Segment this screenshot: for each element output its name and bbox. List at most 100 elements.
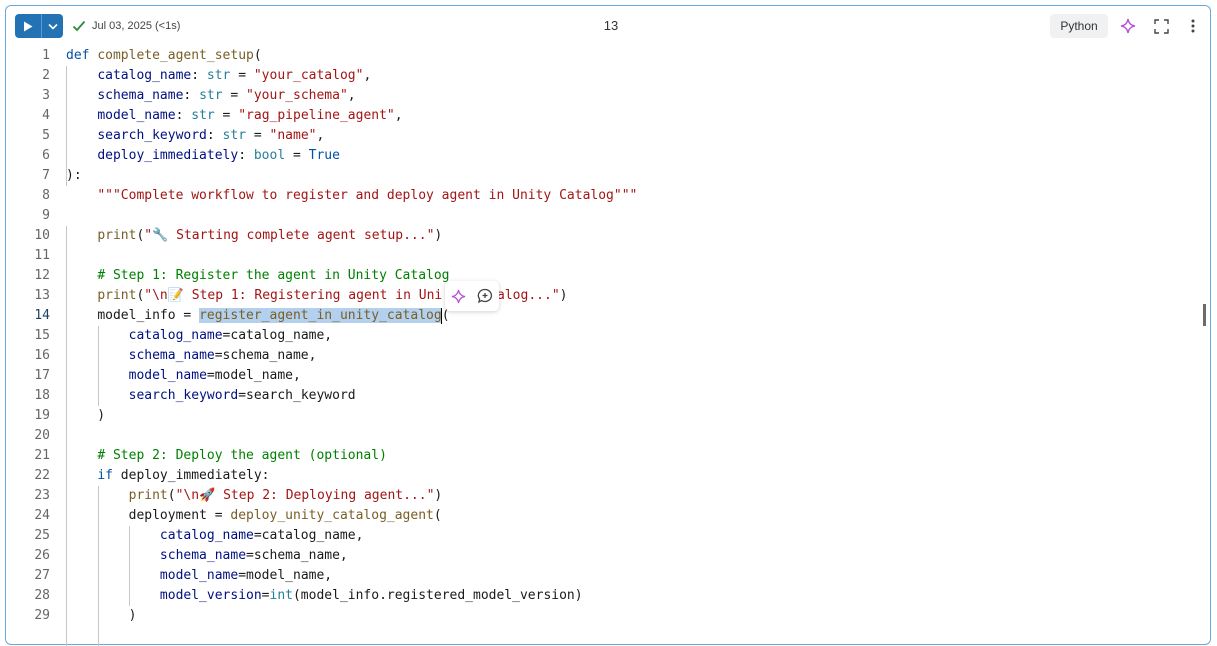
code-line[interactable]: 20 — [6, 426, 1210, 446]
code-line[interactable]: 23 print("\n🚀 Step 2: Deploying agent...… — [6, 486, 1210, 506]
assistant-button[interactable] — [1118, 16, 1138, 36]
code-token: print — [97, 288, 137, 303]
code-line[interactable]: 3 schema_name: str = "your_schema", — [6, 86, 1210, 106]
run-options-dropdown[interactable] — [42, 14, 63, 38]
code-token: (model_info.registered_model_version) — [292, 588, 583, 603]
code-line[interactable]: 26 schema_name=schema_name, — [6, 546, 1210, 566]
line-number: 5 — [42, 128, 50, 143]
code-line[interactable]: 15 catalog_name=catalog_name, — [6, 326, 1210, 346]
line-number: 22 — [34, 468, 50, 483]
code-line[interactable]: 14 model_info = register_agent_in_unity_… — [6, 306, 1210, 326]
code-line[interactable]: 2 catalog_name: str = "your_catalog", — [6, 66, 1210, 86]
execution-status: Jul 03, 2025 (<1s) — [72, 16, 180, 36]
run-cell-button[interactable] — [15, 14, 41, 38]
code-token: register_agent_in_unity_catalog — [199, 308, 442, 323]
code-line[interactable]: 11 — [6, 246, 1210, 266]
code-line[interactable]: 29 ) — [6, 606, 1210, 626]
code-line[interactable]: 22 if deploy_immediately: — [6, 466, 1210, 486]
code-token: model_name — [97, 108, 176, 123]
chevron-down-icon — [47, 23, 58, 30]
code-text: # Step 2: Deploy the agent (optional) — [66, 446, 387, 466]
code-token: =schema_name, — [246, 548, 348, 563]
language-selector[interactable]: Python — [1050, 14, 1108, 38]
code-token: "\n📝 Step 1: Registering agent in Uni — [144, 288, 443, 303]
code-line[interactable]: 17 model_name=model_name, — [6, 366, 1210, 386]
code-line[interactable]: 9 — [6, 206, 1210, 226]
code-line[interactable]: 10 print("🔧 Starting complete agent setu… — [6, 226, 1210, 246]
code-text: ) — [66, 606, 137, 626]
code-token: ) — [434, 228, 443, 243]
code-token: alog..." — [497, 288, 560, 303]
code-token: model_info = — [97, 308, 200, 323]
code-token: str — [222, 128, 247, 143]
code-line[interactable]: 28 model_version=int(model_info.register… — [6, 586, 1210, 606]
code-text: ): — [66, 166, 82, 186]
line-number: 10 — [34, 228, 50, 243]
code-line[interactable]: 5 search_keyword: str = "name", — [6, 126, 1210, 146]
code-token: "\n🚀 Step 2: Deploying agent..." — [175, 488, 435, 503]
code-editor[interactable]: 1 def complete_agent_setup(2 catalog_name… — [6, 46, 1210, 646]
code-token: : — [206, 128, 223, 143]
code-token: catalog_name — [128, 328, 223, 343]
code-token: "your_schema" — [246, 88, 348, 103]
code-line[interactable]: 4 model_name: str = "rag_pipeline_agent"… — [6, 106, 1210, 126]
code-text: search_keyword: str = "name", — [66, 126, 324, 146]
notebook-cell[interactable]: Jul 03, 2025 (<1s) 13 Python 1 def comple… — [5, 5, 1211, 646]
selection-actions-popover — [445, 281, 499, 311]
scrollbar-thumb[interactable] — [1203, 304, 1206, 326]
code-token: = — [214, 108, 239, 123]
line-number: 20 — [34, 428, 50, 443]
cell-number: 13 — [603, 18, 619, 33]
code-token: "name" — [269, 128, 317, 143]
code-token: : — [191, 68, 207, 83]
code-text: catalog_name=catalog_name, — [66, 526, 364, 546]
code-token: # Step 1: Register the agent in Unity Ca… — [97, 268, 450, 283]
code-token: search_keyword — [97, 128, 207, 143]
code-line[interactable]: 19 ) — [6, 406, 1210, 426]
code-token: complete_agent_setup — [97, 48, 254, 63]
code-token: =catalog_name, — [222, 328, 333, 343]
code-line[interactable]: 27 model_name=model_name, — [6, 566, 1210, 586]
code-line[interactable]: 24 deployment = deploy_unity_catalog_age… — [6, 506, 1210, 526]
code-token: =schema_name, — [214, 348, 317, 363]
code-line[interactable]: 7): — [6, 166, 1210, 186]
code-text: model_name=model_name, — [66, 566, 332, 586]
code-line[interactable]: 16 schema_name=schema_name, — [6, 346, 1210, 366]
code-text: deploy_immediately: bool = True — [66, 146, 340, 166]
code-token: ): — [66, 168, 82, 183]
code-text: if deploy_immediately: — [66, 466, 269, 486]
run-button-group[interactable] — [15, 14, 63, 38]
code-token: print — [97, 228, 137, 243]
code-line[interactable]: 6 deploy_immediately: bool = True — [6, 146, 1210, 166]
code-token: , — [394, 108, 403, 123]
code-token: , — [316, 128, 325, 143]
code-line[interactable]: 25 catalog_name=catalog_name, — [6, 526, 1210, 546]
code-token: int — [269, 588, 293, 603]
code-token: , — [363, 68, 372, 83]
assistant-action-button[interactable] — [451, 289, 466, 304]
code-line[interactable]: 13 print("\n📝 Step 1: Registering agent … — [6, 286, 1210, 306]
more-options-button[interactable] — [1183, 16, 1203, 36]
code-line[interactable]: 21 # Step 2: Deploy the agent (optional) — [6, 446, 1210, 466]
add-comment-button[interactable] — [477, 288, 493, 304]
code-text: deployment = deploy_unity_catalog_agent( — [66, 506, 442, 526]
code-text: schema_name=schema_name, — [66, 546, 348, 566]
code-token: print — [128, 488, 168, 503]
code-line[interactable]: 18 search_keyword=search_keyword — [6, 386, 1210, 406]
code-line[interactable]: 12 # Step 1: Register the agent in Unity… — [6, 266, 1210, 286]
code-line[interactable]: 1 def complete_agent_setup( — [6, 46, 1210, 66]
code-token: """Complete workflow to register and dep… — [97, 188, 638, 203]
expand-cell-button[interactable] — [1151, 16, 1171, 36]
line-number: 6 — [42, 148, 50, 163]
code-line[interactable]: 8 """Complete workflow to register and d… — [6, 186, 1210, 206]
